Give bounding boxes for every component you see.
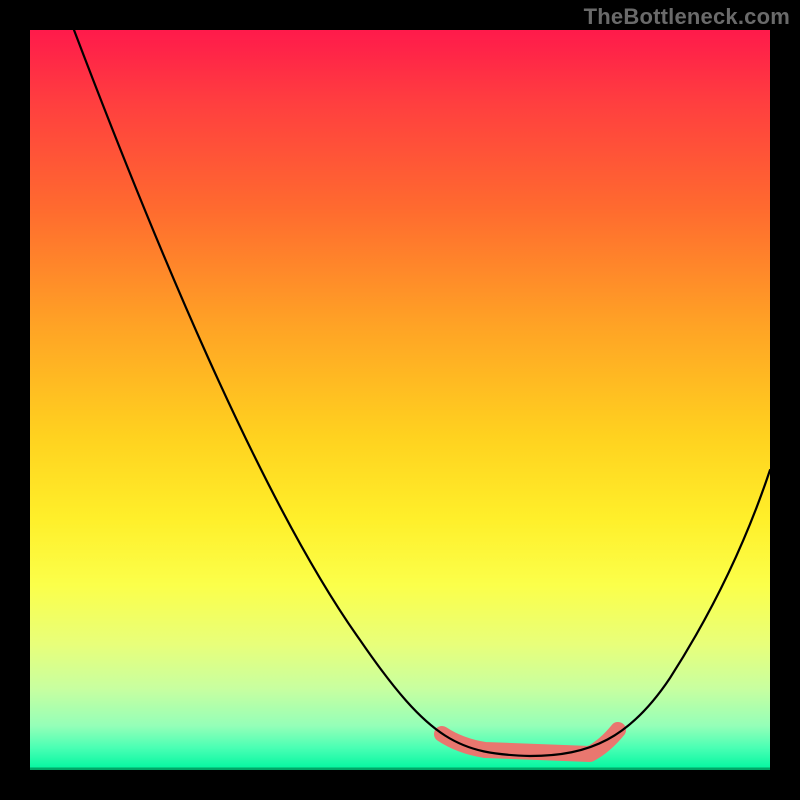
chart-overlay bbox=[30, 30, 770, 770]
watermark-label: TheBottleneck.com bbox=[584, 4, 790, 30]
plot-area bbox=[30, 30, 770, 770]
chart-stage: TheBottleneck.com bbox=[0, 0, 800, 800]
sweet-spot-highlight bbox=[442, 730, 618, 754]
bottleneck-curve bbox=[74, 30, 770, 756]
